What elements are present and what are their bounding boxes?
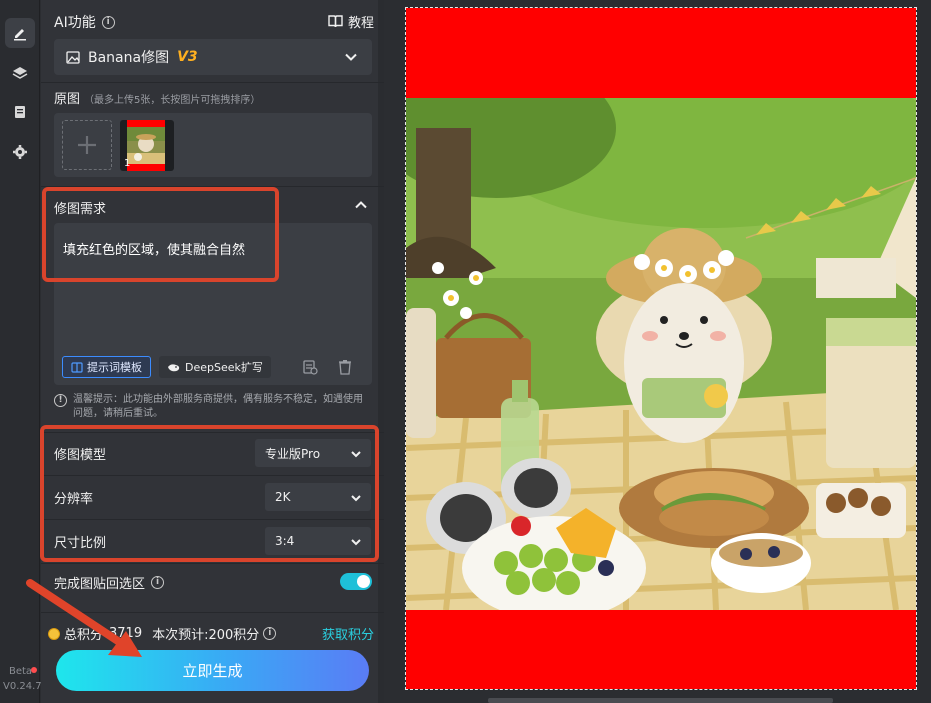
model-dropdown[interactable]: Banana修图 V3 bbox=[54, 39, 372, 75]
info-icon[interactable]: i bbox=[151, 576, 165, 589]
selection-frame[interactable] bbox=[405, 7, 917, 690]
param-row-resolution: 分辨率 2K bbox=[41, 476, 384, 518]
deepseek-label: DeepSeek扩写 bbox=[185, 361, 263, 374]
estimate-label: 本次预计:200积分 bbox=[152, 628, 260, 643]
param-label: 分辨率 bbox=[54, 491, 94, 507]
pencil-icon bbox=[14, 29, 26, 41]
model-tier-select[interactable]: 专业版Pro bbox=[255, 439, 371, 467]
model-name: Banana修图 bbox=[88, 50, 170, 66]
image-icon bbox=[66, 50, 80, 64]
chevron-down-icon bbox=[351, 451, 361, 458]
add-image-button[interactable] bbox=[62, 120, 112, 170]
history-list-icon[interactable] bbox=[302, 359, 318, 375]
whale-icon bbox=[168, 363, 180, 371]
original-images-box: 1 bbox=[54, 113, 372, 177]
alert-info-icon: ! bbox=[54, 394, 67, 407]
requirement-actions bbox=[302, 359, 352, 375]
original-hint: （最多上传5张，长按图片可拖拽排序） bbox=[84, 95, 261, 106]
panel-title: AI功能 bbox=[54, 15, 96, 31]
toggle-knob bbox=[357, 575, 370, 588]
layers-icon bbox=[12, 67, 28, 79]
get-points-link[interactable]: 获取积分 bbox=[322, 624, 374, 643]
image-thumbnail[interactable]: 1 bbox=[120, 120, 174, 171]
trash-icon[interactable] bbox=[338, 359, 352, 375]
document-icon bbox=[15, 106, 25, 118]
panel-scrollbar[interactable] bbox=[378, 0, 384, 703]
param-value: 2K bbox=[275, 490, 291, 504]
param-value: 3:4 bbox=[275, 534, 295, 548]
image-index: 1 bbox=[124, 158, 131, 169]
book-open-icon bbox=[71, 361, 83, 373]
generate-button[interactable]: 立即生成 bbox=[56, 650, 369, 691]
gear-icon bbox=[13, 145, 27, 159]
divider bbox=[41, 563, 384, 564]
aspect-ratio-select[interactable]: 3:4 bbox=[265, 527, 371, 555]
layers-button[interactable] bbox=[5, 58, 35, 88]
points-summary: 总积分 3719 本次预计:200积分 i bbox=[48, 624, 277, 643]
requirement-toolbar: 提示词模板 DeepSeek扩写 bbox=[62, 356, 271, 378]
total-points-value: 3719 bbox=[109, 626, 143, 641]
notice: ! 温馨提示：此功能由外部服务商提供，偶有服务不稳定，如遇使用问题，请稍后重试。 bbox=[54, 393, 372, 421]
requirement-text[interactable]: 填充红色的区域，使其融合自然 bbox=[63, 239, 245, 258]
prompt-template-button[interactable]: 提示词模板 bbox=[62, 356, 151, 378]
prompt-template-label: 提示词模板 bbox=[87, 361, 142, 374]
deepseek-expand-button[interactable]: DeepSeek扩写 bbox=[159, 356, 271, 378]
notice-text: 温馨提示：此功能由外部服务商提供，偶有服务不稳定，如遇使用问题，请稍后重试。 bbox=[73, 394, 363, 419]
chevron-down-icon bbox=[351, 539, 361, 546]
horizontal-scrollbar[interactable] bbox=[488, 698, 833, 703]
chevron-down-icon bbox=[351, 495, 361, 502]
app-root: Beta V0.24.7 AI功能 i 教程 Banana修图 V3 原图 （最多… bbox=[0, 0, 931, 703]
divider bbox=[41, 82, 384, 83]
beta-label: Beta bbox=[9, 666, 33, 677]
plus-icon bbox=[78, 136, 96, 154]
total-points-label: 总积分 bbox=[64, 628, 104, 643]
coin-icon bbox=[48, 627, 60, 640]
history-button[interactable] bbox=[5, 97, 35, 127]
param-row-ratio: 尺寸比例 3:4 bbox=[41, 520, 384, 562]
paste-back-toggle-label: 完成图贴回选区 i bbox=[54, 573, 165, 592]
generate-label: 立即生成 bbox=[182, 662, 243, 680]
param-label: 尺寸比例 bbox=[54, 535, 107, 551]
model-version: V3 bbox=[177, 49, 198, 65]
settings-button[interactable] bbox=[5, 137, 35, 167]
chevron-up-icon[interactable] bbox=[354, 198, 368, 212]
param-row-model: 修图模型 专业版Pro bbox=[41, 432, 384, 474]
requirement-label: 修图需求 bbox=[54, 202, 107, 217]
original-label: 原图 （最多上传5张，长按图片可拖拽排序） bbox=[54, 92, 261, 107]
panel-header: AI功能 i bbox=[54, 12, 115, 32]
tutorial-label: 教程 bbox=[348, 16, 375, 31]
resolution-select[interactable]: 2K bbox=[265, 483, 371, 511]
info-icon[interactable]: i bbox=[263, 627, 277, 640]
edit-tool-button[interactable] bbox=[5, 18, 35, 48]
tutorial-link[interactable]: 教程 bbox=[328, 12, 374, 31]
icon-rail: Beta V0.24.7 bbox=[0, 0, 42, 703]
divider bbox=[41, 612, 384, 613]
book-icon bbox=[328, 15, 343, 28]
divider bbox=[41, 186, 384, 187]
version-label: V0.24.7 bbox=[3, 681, 42, 692]
chevron-down-icon bbox=[345, 53, 357, 61]
paste-back-toggle[interactable] bbox=[340, 573, 372, 590]
param-label: 修图模型 bbox=[54, 447, 107, 463]
param-value: 专业版Pro bbox=[265, 446, 321, 461]
info-icon[interactable]: i bbox=[101, 15, 115, 29]
requirement-textarea[interactable]: 填充红色的区域，使其融合自然 提示词模板 DeepSeek扩写 bbox=[54, 223, 372, 385]
beta-dot bbox=[31, 667, 37, 673]
